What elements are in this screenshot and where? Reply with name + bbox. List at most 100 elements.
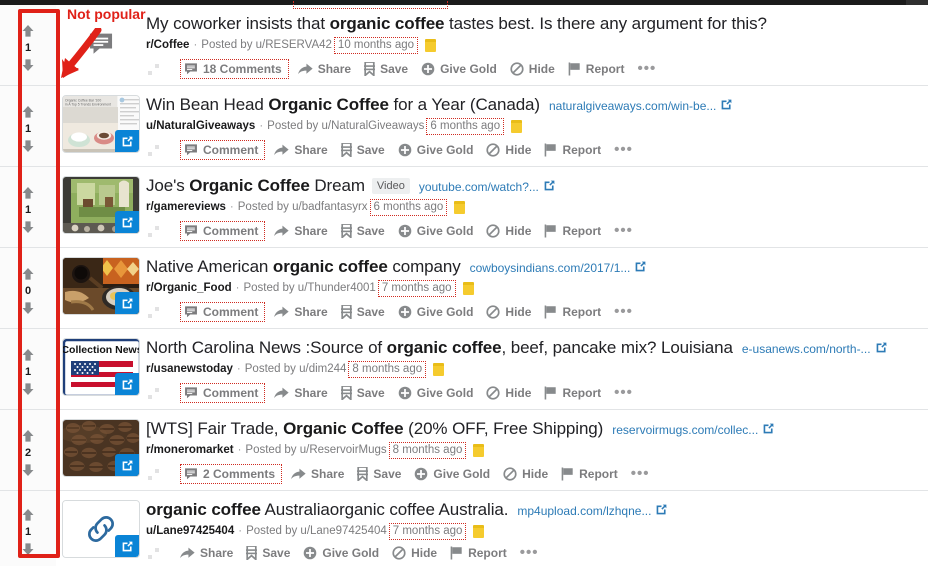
generic-link-thumbnail[interactable]: [62, 500, 140, 558]
give-gold-button[interactable]: Give Gold: [398, 223, 473, 239]
give-gold-button[interactable]: Give Gold: [421, 61, 497, 77]
share-button[interactable]: Share: [291, 466, 344, 482]
give-gold-button[interactable]: Give Gold: [398, 304, 473, 320]
report-button[interactable]: Report: [544, 385, 601, 401]
post-item[interactable]: 0 Native American organic coffee company…: [0, 248, 928, 329]
post-domain-link[interactable]: naturalgiveaways.com/win-be...: [549, 98, 733, 114]
post-title[interactable]: Win Bean Head Organic Coffee for a Year …: [146, 93, 540, 116]
post-author[interactable]: Posted by u/ReservoirMugs: [245, 443, 386, 458]
hide-button[interactable]: Hide: [392, 545, 437, 561]
give-gold-button[interactable]: Give Gold: [398, 142, 473, 158]
post-domain-link[interactable]: reservoirmugs.com/collec...: [612, 422, 775, 438]
downvote-arrow-icon[interactable]: [21, 463, 35, 477]
post-item[interactable]: 1 Organic Coffee Bar '100 in A Top 5 Tren…: [0, 86, 928, 167]
game-scene-video-thumbnail[interactable]: [62, 176, 140, 234]
post-author[interactable]: Posted by u/badfantasyrx: [238, 200, 368, 215]
expand-icon[interactable]: [148, 144, 160, 156]
report-button[interactable]: Report: [544, 142, 601, 158]
more-options-button[interactable]: •••: [614, 385, 633, 400]
post-title[interactable]: My coworker insists that organic coffee …: [146, 12, 767, 35]
post-thumbnail-placeholder[interactable]: [56, 5, 146, 85]
subreddit-link[interactable]: r/moneromarket: [146, 443, 234, 458]
subreddit-link[interactable]: u/NaturalGiveaways: [146, 119, 255, 134]
post-domain-link[interactable]: e-usanews.com/north-...: [742, 341, 888, 357]
expand-icon[interactable]: [148, 63, 160, 75]
post-title[interactable]: North Carolina News :Source of organic c…: [146, 336, 733, 359]
post-author[interactable]: Posted by u/Lane97425404: [246, 524, 387, 539]
comments-button[interactable]: 18 Comments: [180, 59, 289, 79]
upvote-arrow-icon[interactable]: [21, 348, 35, 362]
more-options-button[interactable]: •••: [614, 304, 633, 319]
post-domain-link[interactable]: mp4upload.com/lzhqne...: [517, 503, 668, 519]
give-gold-button[interactable]: Give Gold: [398, 385, 473, 401]
subreddit-link[interactable]: r/Coffee: [146, 38, 189, 53]
save-button[interactable]: Save: [357, 466, 401, 482]
hide-button[interactable]: Hide: [510, 61, 555, 77]
expand-icon[interactable]: [148, 387, 160, 399]
share-button[interactable]: Share: [274, 142, 328, 158]
comments-button[interactable]: Comment: [180, 302, 266, 322]
subreddit-link[interactable]: r/gamereviews: [146, 200, 226, 215]
upvote-arrow-icon[interactable]: [21, 267, 35, 281]
hide-button[interactable]: Hide: [486, 142, 531, 158]
post-author[interactable]: Posted by u/RESERVA42: [201, 38, 332, 53]
share-button[interactable]: Share: [274, 385, 328, 401]
share-button[interactable]: Share: [274, 304, 328, 320]
post-thumbnail-cell[interactable]: [56, 248, 146, 328]
share-button[interactable]: Share: [274, 223, 328, 239]
post-title[interactable]: organic coffee Australiaorganic coffee A…: [146, 498, 508, 521]
upvote-arrow-icon[interactable]: [21, 105, 35, 119]
post-domain-link[interactable]: cowboysindians.com/2017/1...: [470, 260, 648, 276]
save-button[interactable]: Save: [340, 304, 385, 320]
save-button[interactable]: Save: [364, 61, 408, 77]
downvote-arrow-icon[interactable]: [21, 542, 35, 556]
hide-button[interactable]: Hide: [503, 466, 548, 482]
hide-button[interactable]: Hide: [486, 304, 531, 320]
coffee-cups-article-thumbnail[interactable]: Organic Coffee Bar '100 in A Top 5 Trends…: [62, 95, 140, 153]
subreddit-link[interactable]: r/Organic_Food: [146, 281, 232, 296]
post-thumbnail-cell[interactable]: [56, 167, 146, 247]
more-options-button[interactable]: •••: [520, 545, 539, 560]
hide-button[interactable]: Hide: [486, 385, 531, 401]
save-button[interactable]: Save: [340, 223, 385, 239]
downvote-arrow-icon[interactable]: [21, 220, 35, 234]
give-gold-button[interactable]: Give Gold: [303, 545, 379, 561]
comments-button[interactable]: 2 Comments: [180, 464, 283, 484]
post-author[interactable]: Posted by u/NaturalGiveaways: [267, 119, 424, 134]
give-gold-button[interactable]: Give Gold: [414, 466, 490, 482]
downvote-arrow-icon[interactable]: [21, 382, 35, 396]
report-button[interactable]: Report: [568, 61, 624, 77]
upvote-arrow-icon[interactable]: [21, 508, 35, 522]
expand-icon[interactable]: [148, 547, 160, 559]
downvote-arrow-icon[interactable]: [21, 139, 35, 153]
subreddit-link[interactable]: r/usanewstoday: [146, 362, 233, 377]
post-item[interactable]: 1 My coworker insists that organic coffe…: [0, 5, 928, 86]
save-button[interactable]: Save: [340, 385, 385, 401]
save-button[interactable]: Save: [340, 142, 385, 158]
report-button[interactable]: Report: [450, 545, 507, 561]
post-author[interactable]: Posted by u/Thunder4001: [243, 281, 375, 296]
post-item[interactable]: 2 [WTS] Fair Trade, Organic Coffee (20% …: [0, 410, 928, 491]
more-options-button[interactable]: •••: [614, 142, 633, 157]
post-title[interactable]: Native American organic coffee company: [146, 255, 461, 278]
downvote-arrow-icon[interactable]: [21, 58, 35, 72]
expand-icon[interactable]: [148, 306, 160, 318]
share-button[interactable]: Share: [297, 61, 351, 77]
comments-button[interactable]: Comment: [180, 221, 266, 241]
more-options-button[interactable]: •••: [631, 466, 650, 481]
post-thumbnail-cell[interactable]: Organic Coffee Bar '100 in A Top 5 Trends…: [56, 86, 146, 166]
save-button[interactable]: Save: [246, 545, 290, 561]
post-item[interactable]: 1 Joe's Organic Coffee Dream Video youtu…: [0, 167, 928, 248]
hide-button[interactable]: Hide: [486, 223, 531, 239]
more-options-button[interactable]: •••: [614, 223, 633, 238]
downvote-arrow-icon[interactable]: [21, 301, 35, 315]
post-item[interactable]: 1 Collection News North Carolina News :S…: [0, 329, 928, 410]
subreddit-link[interactable]: u/Lane97425404: [146, 524, 234, 539]
post-title[interactable]: Joe's Organic Coffee Dream: [146, 174, 365, 197]
more-options-button[interactable]: •••: [637, 61, 656, 76]
post-thumbnail-cell[interactable]: [56, 491, 146, 566]
upvote-arrow-icon[interactable]: [21, 186, 35, 200]
comments-button[interactable]: Comment: [180, 140, 266, 160]
post-domain-link[interactable]: youtube.com/watch?...: [419, 179, 556, 195]
native-american-coffee-thumbnail[interactable]: [62, 257, 140, 315]
